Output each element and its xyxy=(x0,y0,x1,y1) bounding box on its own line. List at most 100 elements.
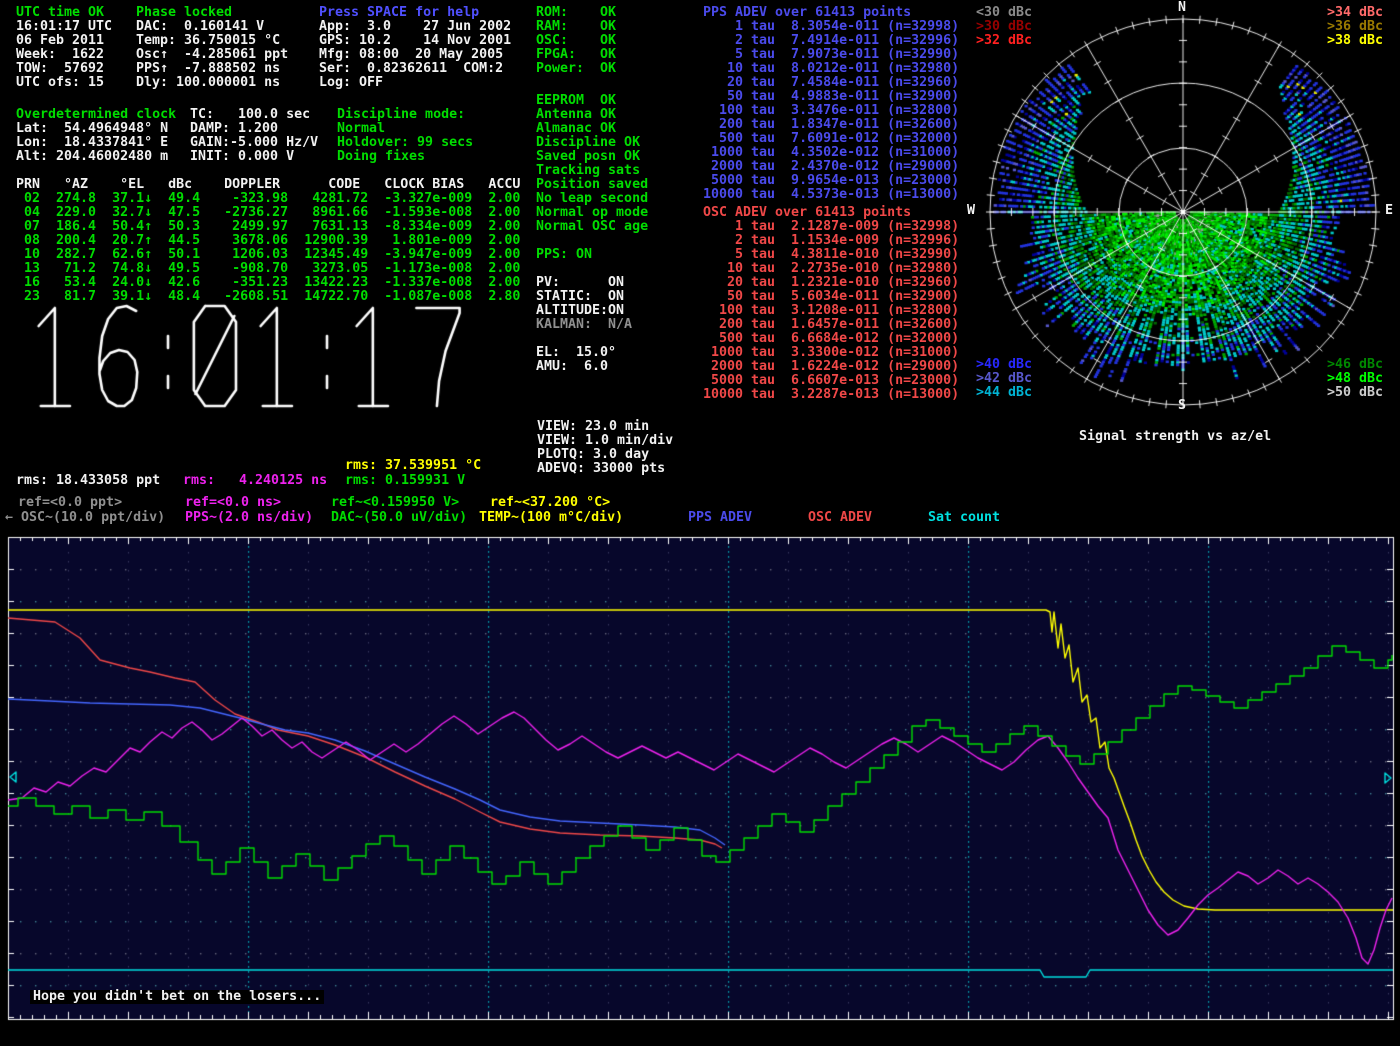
adev-row: 2 tau 1.1534e-009 (n=32996) xyxy=(703,234,959,248)
adev-row: 20 tau 7.4584e-011 (n=32960) xyxy=(703,76,959,90)
dbc-legend-item: >42 dBc xyxy=(976,372,1032,386)
dbc-legend-item: >40 dBc xyxy=(976,358,1032,372)
sat-table-row: 08 200.4 20.7↑ 44.5 3678.06 12900.39 1.8… xyxy=(16,234,520,248)
adev-row: 50 tau 4.9883e-011 (n=32900) xyxy=(703,90,959,104)
dbc-legend-top-left: <30 dBc>30 dBc>32 dBc xyxy=(976,6,1032,48)
discipline-block: Discipline mode:NormalHoldover: 99 secsD… xyxy=(337,108,473,164)
sat-table-row: 07 186.4 50.4↑ 50.3 2499.97 7631.13 -8.3… xyxy=(16,220,520,234)
pps-adev-table: 1 tau 8.3054e-011 (n=32998) 2 tau 7.4914… xyxy=(703,20,959,202)
text-line: Discipline mode: xyxy=(337,108,473,122)
status-line: Normal OSC age xyxy=(536,220,648,234)
receiver-mode-header: Overdetermined clock xyxy=(16,108,176,122)
dbc-legend-item: >36 dBc xyxy=(1327,20,1383,34)
compass-south-label: S xyxy=(1178,399,1186,413)
adev-row: 1000 tau 4.3502e-012 (n=31000) xyxy=(703,146,959,160)
text-line: PLOTQ: 3.0 day xyxy=(537,448,673,462)
lady-heather-screen: UTC time OK 16:01:17 UTC06 Feb 2011Week:… xyxy=(0,0,1400,1046)
adev-row: 10 tau 2.2735e-010 (n=32980) xyxy=(703,262,959,276)
adev-row: 10 tau 8.0212e-011 (n=32980) xyxy=(703,62,959,76)
version-block: App: 3.0 27 Jun 2002GPS: 10.2 14 Nov 200… xyxy=(319,20,511,90)
compass-west-label: W xyxy=(967,204,975,218)
dbc-legend-top-right: >34 dBc>36 dBc>38 dBc xyxy=(1327,6,1383,48)
rms-dac: rms: 0.159931 V xyxy=(345,474,465,488)
status-line: Tracking sats xyxy=(536,164,648,178)
text-line: INIT: 0.000 V xyxy=(190,150,318,164)
adev-row: 5 tau 4.3811e-010 (n=32990) xyxy=(703,248,959,262)
text-line: GPS: 10.2 14 Nov 2001 xyxy=(319,34,511,48)
osc-adev-table: 1 tau 2.1287e-009 (n=32998) 2 tau 1.1534… xyxy=(703,220,959,402)
position-block: Lat: 54.4964948° NLon: 18.4337841° EAlt:… xyxy=(16,122,168,164)
sat-table-header: PRN °AZ °EL dBc DOPPLER CODE CLOCK BIAS … xyxy=(16,178,520,192)
adev-row: 500 tau 6.6684e-012 (n=32000) xyxy=(703,332,959,346)
status-line: ROM: OK xyxy=(536,6,616,20)
adev-row: 50 tau 5.6034e-011 (n=32900) xyxy=(703,290,959,304)
dbc-legend-item: <30 dBc xyxy=(976,6,1032,20)
scale-dac-label: DAC~(50.0 uV/div) xyxy=(331,511,467,525)
status-line: OSC: OK xyxy=(536,34,616,48)
help-hint: Press SPACE for help xyxy=(319,6,479,20)
phase-status-header: Phase locked xyxy=(136,6,232,20)
text-line: VIEW: 1.0 min/div xyxy=(537,434,673,448)
sat-table-row: 04 229.0 32.7↓ 47.5 -2736.27 8961.66 -1.… xyxy=(16,206,520,220)
text-line: Osc↑ -4.285061 ppt xyxy=(136,48,288,62)
sat-table: 02 274.8 37.1↓ 49.4 -323.98 4281.72 -3.3… xyxy=(16,192,520,304)
text-line: App: 3.0 27 Jun 2002 xyxy=(319,20,511,34)
scale-temp-label: TEMP~(100 m°C/div) xyxy=(479,511,623,525)
ref-temp-label: ref~<37.200 °C> xyxy=(490,496,610,510)
text-line: GAIN:-5.000 Hz/V xyxy=(190,136,318,150)
text-line: Doing fixes xyxy=(337,150,473,164)
kalman-status: KALMAN: N/A xyxy=(536,318,632,332)
ref-pps-label: ref=<0.0 ns> xyxy=(185,496,281,510)
status-line: Power: OK xyxy=(536,62,616,76)
loop-params-block: TC: 100.0 secDAMP: 1.200GAIN:-5.000 Hz/V… xyxy=(190,108,318,164)
status-line: PV: ON xyxy=(536,276,624,290)
rms-pps: rms: 4.240125 ns xyxy=(183,474,327,488)
status-line: RAM: OK xyxy=(536,20,616,34)
scale-osc-label: ← OSC~(10.0 ppt/div) xyxy=(5,511,165,525)
big-digital-clock xyxy=(26,300,496,416)
sat-table-row: 10 282.7 62.6↑ 50.1 1206.03 12345.49 -3.… xyxy=(16,248,520,262)
text-line: UTC ofs: 15 xyxy=(16,76,112,90)
sat-table-row: 13 71.2 74.8↓ 49.5 -908.70 3273.05 -1.17… xyxy=(16,262,520,276)
text-line: Temp: 36.750015 °C xyxy=(136,34,288,48)
pps-status: PPS: ON xyxy=(536,248,592,262)
text-line: TOW: 57692 xyxy=(16,62,112,76)
status-message: Hope you didn't bet on the losers... xyxy=(30,990,324,1004)
text-line: Lat: 54.4964948° N xyxy=(16,122,168,136)
text-line: Lon: 18.4337841° E xyxy=(16,136,168,150)
text-line: Ser: 0.82362611 COM:2 xyxy=(319,62,511,76)
dbc-legend-item: >50 dBc xyxy=(1327,386,1383,400)
dbc-legend-item: >32 dBc xyxy=(976,34,1032,48)
history-strip-chart[interactable] xyxy=(0,535,1400,1046)
adev-row: 100 tau 3.3476e-011 (n=32800) xyxy=(703,104,959,118)
ref-dac-label: ref~<0.159950 V> xyxy=(331,496,459,510)
sat-table-row: 02 274.8 37.1↓ 49.4 -323.98 4281.72 -3.3… xyxy=(16,192,520,206)
adev-row: 100 tau 3.1208e-011 (n=32800) xyxy=(703,304,959,318)
adev-row: 200 tau 1.8347e-011 (n=32600) xyxy=(703,118,959,132)
adev-row: 10000 tau 3.2287e-013 (n=13000) xyxy=(703,388,959,402)
polar-caption: Signal strength vs az/el xyxy=(1079,430,1271,444)
scale-pps-label: PPS~(2.0 ns/div) xyxy=(185,511,313,525)
rms-osc: rms: 18.433058 ppt xyxy=(16,474,160,488)
elevation-mask: EL: 15.0° xyxy=(536,346,616,360)
adev-row: 2000 tau 1.6224e-012 (n=29000) xyxy=(703,360,959,374)
text-line: DAC: 0.160141 V xyxy=(136,20,288,34)
oscillator-block: DAC: 0.160141 VTemp: 36.750015 °COsc↑ -4… xyxy=(136,20,288,90)
adev-row: 20 tau 1.2321e-010 (n=32960) xyxy=(703,276,959,290)
gps-status-list: EEPROM OKAntenna OKAlmanac OKDiscipline … xyxy=(536,94,648,234)
status-line: Saved posn OK xyxy=(536,150,648,164)
text-line: 16:01:17 UTC xyxy=(16,20,112,34)
status-line: Discipline OK xyxy=(536,136,648,150)
dbc-legend-item: >48 dBc xyxy=(1327,372,1383,386)
ref-osc-label: ref=<0.0 ppt> xyxy=(18,496,122,510)
adev-row: 5000 tau 9.9654e-013 (n=23000) xyxy=(703,174,959,188)
adev-row: 200 tau 1.6457e-011 (n=32600) xyxy=(703,318,959,332)
text-line: PPS↑ -7.888502 ns xyxy=(136,62,288,76)
adev-row: 2000 tau 2.4370e-012 (n=29000) xyxy=(703,160,959,174)
text-line: DAMP: 1.200 xyxy=(190,122,318,136)
adev-row: 1 tau 8.3054e-011 (n=32998) xyxy=(703,20,959,34)
status-line: Normal op mode xyxy=(536,206,648,220)
status-line: Almanac OK xyxy=(536,122,648,136)
compass-east-label: E xyxy=(1385,204,1393,218)
utc-time-block: 16:01:17 UTC06 Feb 2011Week: 1622TOW: 57… xyxy=(16,20,112,90)
